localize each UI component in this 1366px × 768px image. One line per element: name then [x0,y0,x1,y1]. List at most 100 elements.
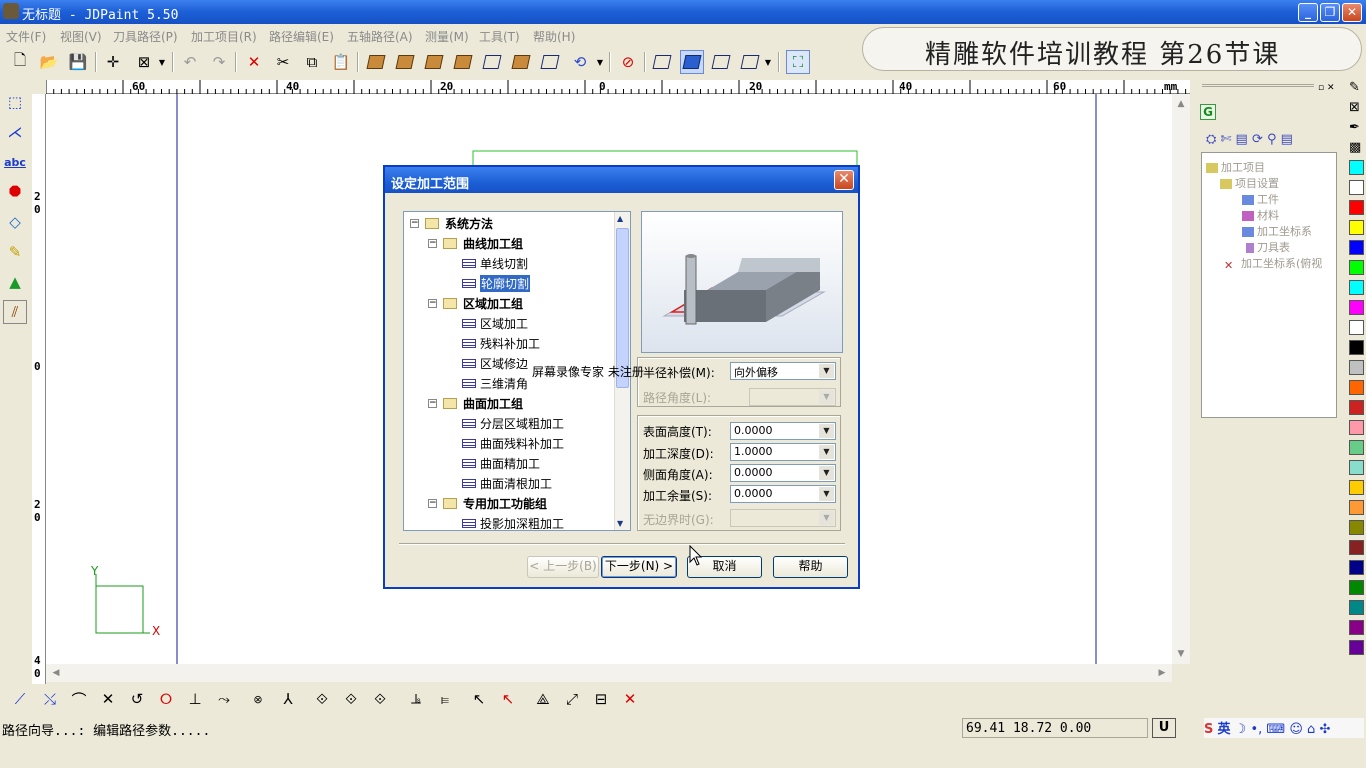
depth-input[interactable]: 1.0000 ▼ [730,443,836,461]
corner-snap-icon[interactable]: ⅄ [276,687,300,711]
fillet-icon[interactable]: ↺ [125,687,149,711]
side-angle-input[interactable]: 0.0000 ▼ [730,464,836,482]
color-swatch[interactable] [1349,420,1364,435]
paste-icon[interactable]: 📋 [329,50,353,74]
radius-comp-select[interactable]: 向外偏移 ▼ [730,362,836,380]
tree-group[interactable]: − 系统方法 [410,214,493,232]
pattern-icon[interactable]: ▩ [1349,140,1361,155]
trim-icon[interactable]: ⊟ [589,687,613,711]
project-tree-item[interactable]: 项目设置 [1220,175,1279,191]
scroll-right-icon[interactable]: ▶ [1154,665,1170,681]
line-tool-icon[interactable]: ⟋ [8,687,32,711]
allowance-input[interactable]: 0.0000 ▼ [730,485,836,503]
moon-icon[interactable]: ☽ [1235,722,1247,737]
color-swatch[interactable] [1349,540,1364,555]
select-tool-icon[interactable]: ⬚ [3,90,27,114]
redo-icon[interactable]: ↷ [207,50,231,74]
project-tree-item[interactable]: 加工项目 [1206,159,1265,175]
node-snap-icon[interactable]: ⊗ [246,687,270,711]
view-top-icon[interactable] [480,50,504,74]
tree-item[interactable]: 残料补加工 [462,334,540,352]
tree-item[interactable]: 三维清角 [462,374,528,392]
arc-tool-icon[interactable]: ⌒ [67,687,91,711]
tree-item[interactable]: 区域修边 [462,354,528,372]
color-swatch[interactable] [1349,620,1364,635]
color-swatch[interactable] [1349,280,1364,295]
tools-icon[interactable]: ✣ [1319,722,1330,737]
delete-icon[interactable]: ✕ [242,50,266,74]
color-swatch[interactable] [1349,360,1364,375]
panel-tab-g[interactable]: G [1200,104,1216,120]
punct-icon[interactable]: •, [1250,722,1262,737]
color-swatch[interactable] [1349,500,1364,515]
collapse-icon[interactable]: − [428,498,437,508]
menu-path-edit[interactable]: 路径编辑(E) [269,28,334,45]
save-icon[interactable]: 💾 [66,50,90,74]
rotate-node-icon[interactable]: ⟐ [310,687,334,711]
dropdown-arrow-icon[interactable]: ▼ [762,50,774,74]
user-icon[interactable]: ☺ [1289,722,1303,737]
tree-item[interactable]: 分层区域粗加工 [462,414,564,432]
project-tree[interactable]: 加工项目 项目设置 工件 材料 加工坐标系 刀具表 ✕ 加工坐标系(俯视 [1201,152,1337,418]
color-swatch[interactable] [1349,640,1364,655]
no-color-icon[interactable]: ⊠ [1349,100,1360,115]
color-swatch[interactable] [1349,380,1364,395]
pen-icon[interactable]: ✎ [1349,80,1360,95]
tree-item[interactable]: 区域加工 [462,314,528,332]
app-icon[interactable] [3,3,19,19]
view-iso-1-icon[interactable] [364,50,388,74]
shaded-icon[interactable] [680,50,704,74]
scroll-down-icon[interactable]: ▼ [1173,646,1189,662]
menu-tools[interactable]: 工具(T) [479,28,520,45]
project-tree-item[interactable]: 工件 [1242,191,1279,207]
project-tree-item[interactable]: 加工坐标系 [1242,223,1312,239]
text-tool-icon[interactable]: abc [3,150,27,174]
menu-file[interactable]: 文件(F) [6,28,46,45]
render-mode-icon[interactable] [738,50,762,74]
prev-button[interactable]: < 上一步(B) [527,556,599,578]
color-swatch[interactable] [1349,400,1364,415]
menu-view[interactable]: 视图(V) [60,28,102,45]
color-swatch[interactable] [1349,180,1364,195]
tree-item[interactable]: 轮廓切割 [462,274,531,292]
select-box-icon[interactable]: ⊠ [132,50,156,74]
ime-bar[interactable]: S 英 ☽ •, ⌨ ☺ ⌂ ✣ [1204,718,1364,738]
scroll-up-icon[interactable]: ▲ [1173,96,1189,112]
maximize-button[interactable]: ❐ [1320,3,1340,22]
tree-item[interactable]: 曲面精加工 [462,454,540,472]
tree-item[interactable]: 曲面清根加工 [462,474,552,492]
node-edit-icon[interactable]: ⋌ [3,120,27,144]
tree-group[interactable]: − 专用加工功能组 [428,494,547,512]
new-file-icon[interactable]: 🗋 [8,50,32,74]
project-tree-item[interactable]: 材料 [1242,207,1279,223]
panel-pin-icon[interactable]: ▫ ✕ [1318,83,1335,93]
path-angle-select[interactable]: ▼ [749,388,836,406]
view-side-icon[interactable] [538,50,562,74]
polyline-tool-icon[interactable]: ⤯ [38,687,62,711]
join-icon[interactable]: ⤢ [560,687,584,711]
sogou-icon[interactable]: S [1204,722,1213,737]
tangent-icon[interactable]: ⤳ [212,687,236,711]
color-swatch[interactable] [1349,580,1364,595]
dropdown-arrow-icon[interactable]: ▼ [156,50,168,74]
crosshair-icon[interactable]: ✛ [101,50,125,74]
view-iso-4-icon[interactable] [451,50,475,74]
clear-icon[interactable]: ✕ [618,687,642,711]
tree-item[interactable]: 曲面残料补加工 [462,434,564,452]
menu-help[interactable]: 帮助(H) [533,28,575,45]
canvas-horizontal-scrollbar[interactable]: ◀ ▶ [46,664,1172,682]
color-swatch[interactable] [1349,600,1364,615]
color-swatch[interactable] [1349,440,1364,455]
grid-snap-icon[interactable]: ⊘ [616,50,640,74]
align-left-icon[interactable]: ⫡ [404,687,428,711]
help-button[interactable]: 帮助 [773,556,848,578]
tree-group[interactable]: − 区域加工组 [428,294,523,312]
canvas-vertical-scrollbar[interactable]: ▲ ▼ [1172,94,1190,664]
scroll-left-icon[interactable]: ◀ [48,665,64,681]
collapse-icon[interactable]: − [428,398,437,408]
no-boundary-select[interactable]: ▼ [730,509,836,527]
open-folder-icon[interactable]: 📂 [37,50,61,74]
keyboard-icon[interactable]: ⌨ [1266,722,1285,737]
rotate-view-icon[interactable]: ⟲ [568,50,592,74]
project-tree-item[interactable]: 刀具表 [1246,239,1290,255]
